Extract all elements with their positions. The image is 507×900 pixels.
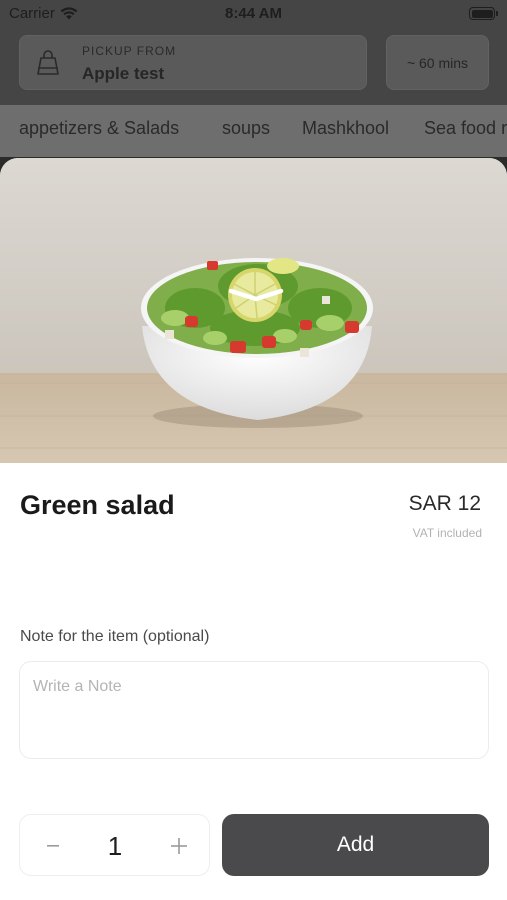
- pickup-time-button[interactable]: ~ 60 mins: [386, 35, 489, 90]
- item-title: Green salad: [20, 490, 175, 520]
- tab-soups[interactable]: soups: [222, 118, 270, 139]
- pickup-location: Apple test: [82, 64, 165, 83]
- vat-note: VAT included: [412, 526, 482, 540]
- item-photo: [0, 158, 507, 463]
- pickup-location-selector[interactable]: PICKUP FROM Apple test: [19, 35, 367, 90]
- add-to-cart-button[interactable]: Add: [222, 814, 489, 876]
- minus-icon: [47, 845, 59, 847]
- pickup-duration: ~ 60 mins: [406, 54, 469, 71]
- tab-sea-food[interactable]: Sea food r: [424, 118, 507, 139]
- decrease-quantity-button[interactable]: [38, 829, 68, 863]
- pickup-label: PICKUP FROM: [82, 44, 177, 58]
- quantity-value: 1: [107, 831, 123, 861]
- tab-mashkhool[interactable]: Mashkhool: [302, 118, 389, 139]
- shopping-bag-icon: [37, 50, 59, 75]
- status-time: 8:44 AM: [225, 5, 282, 22]
- item-price: SAR 12: [408, 492, 481, 515]
- pickup-header: PICKUP FROM Apple test ~ 60 mins: [0, 28, 507, 105]
- battery-icon: [469, 7, 498, 20]
- tab-appetizers-salads[interactable]: appetizers & Salads: [19, 118, 179, 139]
- add-button-label: Add: [336, 833, 375, 856]
- category-tabs: appetizers & Salads soups Mashkhool Sea …: [0, 105, 507, 157]
- status-bar: Carrier 8:44 AM: [0, 0, 507, 28]
- increase-quantity-button[interactable]: [164, 829, 194, 863]
- quantity-stepper: 1: [19, 814, 210, 876]
- item-detail-sheet: Green salad SAR 12 VAT included Note for…: [0, 158, 507, 900]
- note-input[interactable]: [19, 661, 489, 759]
- plus-icon: [171, 838, 187, 854]
- note-label: Note for the item (optional): [20, 628, 210, 645]
- sheet-drag-handle[interactable]: [228, 287, 284, 303]
